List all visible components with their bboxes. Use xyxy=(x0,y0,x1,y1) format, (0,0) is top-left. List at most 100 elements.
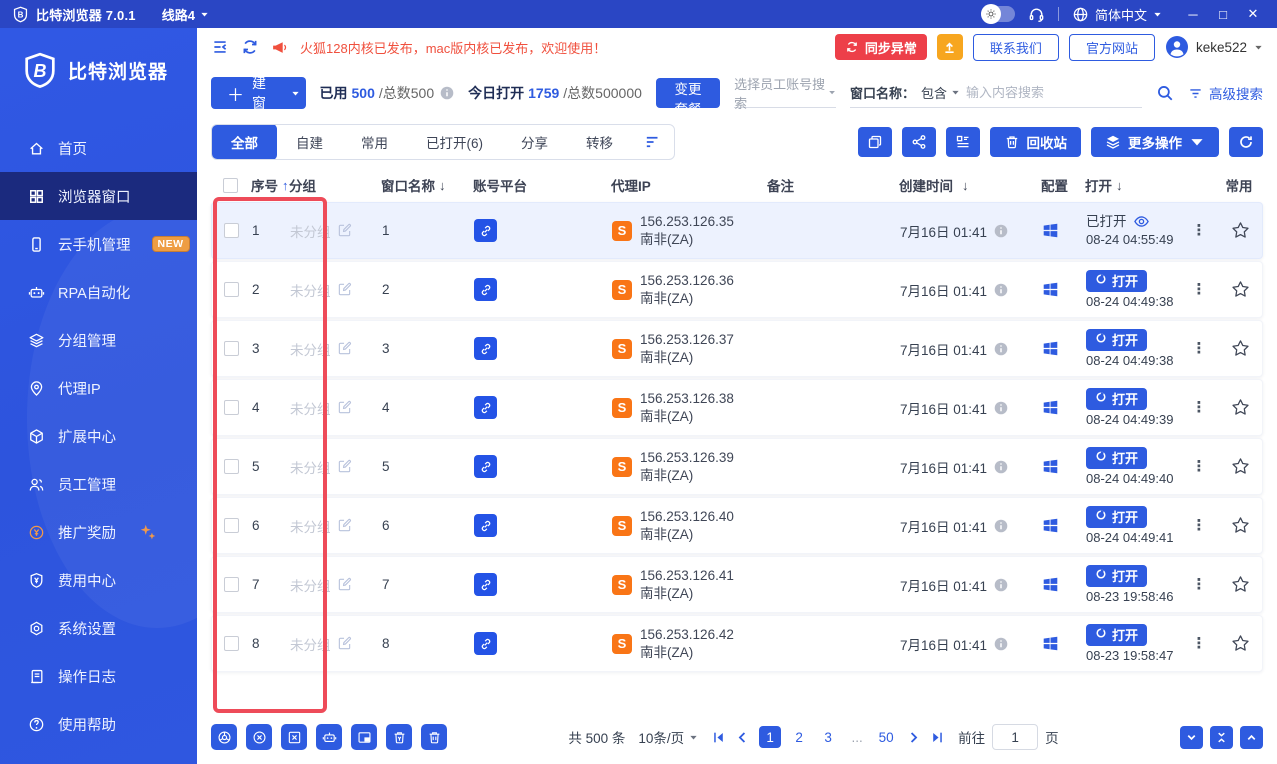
sidebar-item-11[interactable]: 操作日志 xyxy=(0,652,197,700)
favorite-star-icon[interactable] xyxy=(1231,339,1250,358)
sort-desc-icon[interactable]: ↓ xyxy=(439,178,446,193)
tab-1[interactable]: 自建 xyxy=(277,124,342,160)
create-window-button[interactable]: ＋创建窗口 xyxy=(211,77,306,109)
open-window-button[interactable]: 打开 xyxy=(1086,506,1147,528)
row-more-menu[interactable]: ⋮ xyxy=(1192,577,1207,592)
edit-group-icon[interactable] xyxy=(337,577,352,592)
search-input[interactable] xyxy=(966,85,1142,100)
next-page-button[interactable] xyxy=(906,730,921,745)
select-all-checkbox[interactable] xyxy=(223,178,238,193)
page-number[interactable]: 2 xyxy=(788,726,810,748)
first-page-button[interactable] xyxy=(711,730,726,745)
favorite-star-icon[interactable] xyxy=(1231,280,1250,299)
sidebar-item-6[interactable]: 扩展中心 xyxy=(0,412,197,460)
row-checkbox[interactable] xyxy=(224,636,239,651)
tab-2[interactable]: 常用 xyxy=(342,124,407,160)
edit-group-icon[interactable] xyxy=(337,518,352,533)
edit-group-icon[interactable] xyxy=(337,282,352,297)
tab-3[interactable]: 已打开(6) xyxy=(407,124,502,160)
support-headset-icon[interactable] xyxy=(1028,6,1045,23)
bulk-browser-button[interactable] xyxy=(211,724,237,750)
eye-icon[interactable] xyxy=(1133,213,1150,230)
goto-page-input[interactable] xyxy=(992,724,1038,750)
sidebar-item-3[interactable]: RPA自动化 xyxy=(0,268,197,316)
platform-link-icon[interactable] xyxy=(474,632,497,655)
sidebar-item-8[interactable]: 推广奖励 xyxy=(0,508,197,556)
info-icon[interactable] xyxy=(994,224,1008,238)
match-mode-select[interactable]: 包含 xyxy=(921,83,960,102)
open-window-button[interactable]: 打开 xyxy=(1086,447,1147,469)
favorite-star-icon[interactable] xyxy=(1231,221,1250,240)
row-checkbox[interactable] xyxy=(224,341,239,356)
favorite-star-icon[interactable] xyxy=(1231,457,1250,476)
favorite-star-icon[interactable] xyxy=(1231,516,1250,535)
row-checkbox[interactable] xyxy=(224,518,239,533)
edit-group-icon[interactable] xyxy=(337,400,352,415)
favorite-star-icon[interactable] xyxy=(1231,634,1250,653)
close-button[interactable]: ✕ xyxy=(1239,2,1267,26)
platform-link-icon[interactable] xyxy=(474,337,497,360)
sort-asc-icon[interactable]: ↑ xyxy=(282,178,289,193)
sidebar-item-5[interactable]: 代理IP xyxy=(0,364,197,412)
page-number[interactable]: 3 xyxy=(817,726,839,748)
bulk-close-circle-button[interactable] xyxy=(246,724,272,750)
collapse-sidebar-icon[interactable] xyxy=(211,38,229,56)
sidebar-item-7[interactable]: 员工管理 xyxy=(0,460,197,508)
official-site-button[interactable]: 官方网站 xyxy=(1069,34,1155,61)
platform-link-icon[interactable] xyxy=(474,455,497,478)
info-icon[interactable] xyxy=(994,283,1008,297)
sidebar-item-4[interactable]: 分组管理 xyxy=(0,316,197,364)
edit-group-icon[interactable] xyxy=(337,341,352,356)
row-checkbox[interactable] xyxy=(224,577,239,592)
tab-0[interactable]: 全部 xyxy=(212,124,277,160)
layout-button[interactable] xyxy=(946,127,980,157)
tab-5[interactable]: 转移 xyxy=(567,124,632,160)
create-window-dropdown[interactable] xyxy=(282,77,306,109)
row-more-menu[interactable]: ⋮ xyxy=(1192,282,1207,297)
open-window-button[interactable]: 打开 xyxy=(1086,388,1147,410)
platform-link-icon[interactable] xyxy=(474,219,497,242)
advanced-search-button[interactable]: 高级搜索 xyxy=(1188,83,1263,103)
info-icon[interactable] xyxy=(994,637,1008,651)
info-icon[interactable] xyxy=(994,342,1008,356)
bulk-recycle-button[interactable] xyxy=(386,724,412,750)
column-index[interactable]: 序号 xyxy=(251,175,278,195)
edit-group-icon[interactable] xyxy=(337,459,352,474)
prev-page-button[interactable] xyxy=(735,730,750,745)
row-checkbox[interactable] xyxy=(224,459,239,474)
column-created[interactable]: 创建时间 xyxy=(899,175,953,195)
open-window-button[interactable]: 打开 xyxy=(1086,270,1147,292)
language-selector[interactable]: 简体中文 xyxy=(1072,5,1162,24)
bulk-window-button[interactable] xyxy=(351,724,377,750)
sidebar-item-10[interactable]: 系统设置 xyxy=(0,604,197,652)
theme-toggle[interactable] xyxy=(981,6,1015,22)
last-page-button[interactable] xyxy=(930,730,945,745)
platform-link-icon[interactable] xyxy=(474,396,497,419)
column-window-name[interactable]: 窗口名称 xyxy=(381,175,435,195)
open-window-button[interactable]: 打开 xyxy=(1086,624,1147,646)
sort-filter-icon[interactable] xyxy=(644,133,662,151)
platform-link-icon[interactable] xyxy=(474,514,497,537)
scroll-down-button[interactable] xyxy=(1180,726,1203,749)
refresh-announcement-icon[interactable] xyxy=(241,38,259,56)
search-icon[interactable] xyxy=(1156,84,1174,102)
platform-link-icon[interactable] xyxy=(474,278,497,301)
bulk-close-square-button[interactable] xyxy=(281,724,307,750)
scroll-up-button[interactable] xyxy=(1240,726,1263,749)
platform-link-icon[interactable] xyxy=(474,573,497,596)
row-checkbox[interactable] xyxy=(224,223,239,238)
line-selector[interactable]: 线路4 xyxy=(162,5,209,24)
batch-windows-button[interactable] xyxy=(858,127,892,157)
maximize-button[interactable]: □ xyxy=(1209,2,1237,26)
row-more-menu[interactable]: ⋮ xyxy=(1192,518,1207,533)
open-window-button[interactable]: 打开 xyxy=(1086,565,1147,587)
page-size-select[interactable]: 10条/页 xyxy=(638,727,698,747)
employee-search-select[interactable]: 选择员工账号搜索 xyxy=(734,78,836,108)
info-icon[interactable] xyxy=(994,519,1008,533)
row-more-menu[interactable]: ⋮ xyxy=(1192,341,1207,356)
minimize-button[interactable]: ─ xyxy=(1179,2,1207,26)
row-more-menu[interactable]: ⋮ xyxy=(1192,223,1207,238)
row-more-menu[interactable]: ⋮ xyxy=(1192,636,1207,651)
collapse-rows-button[interactable] xyxy=(1210,726,1233,749)
info-icon[interactable] xyxy=(994,460,1008,474)
